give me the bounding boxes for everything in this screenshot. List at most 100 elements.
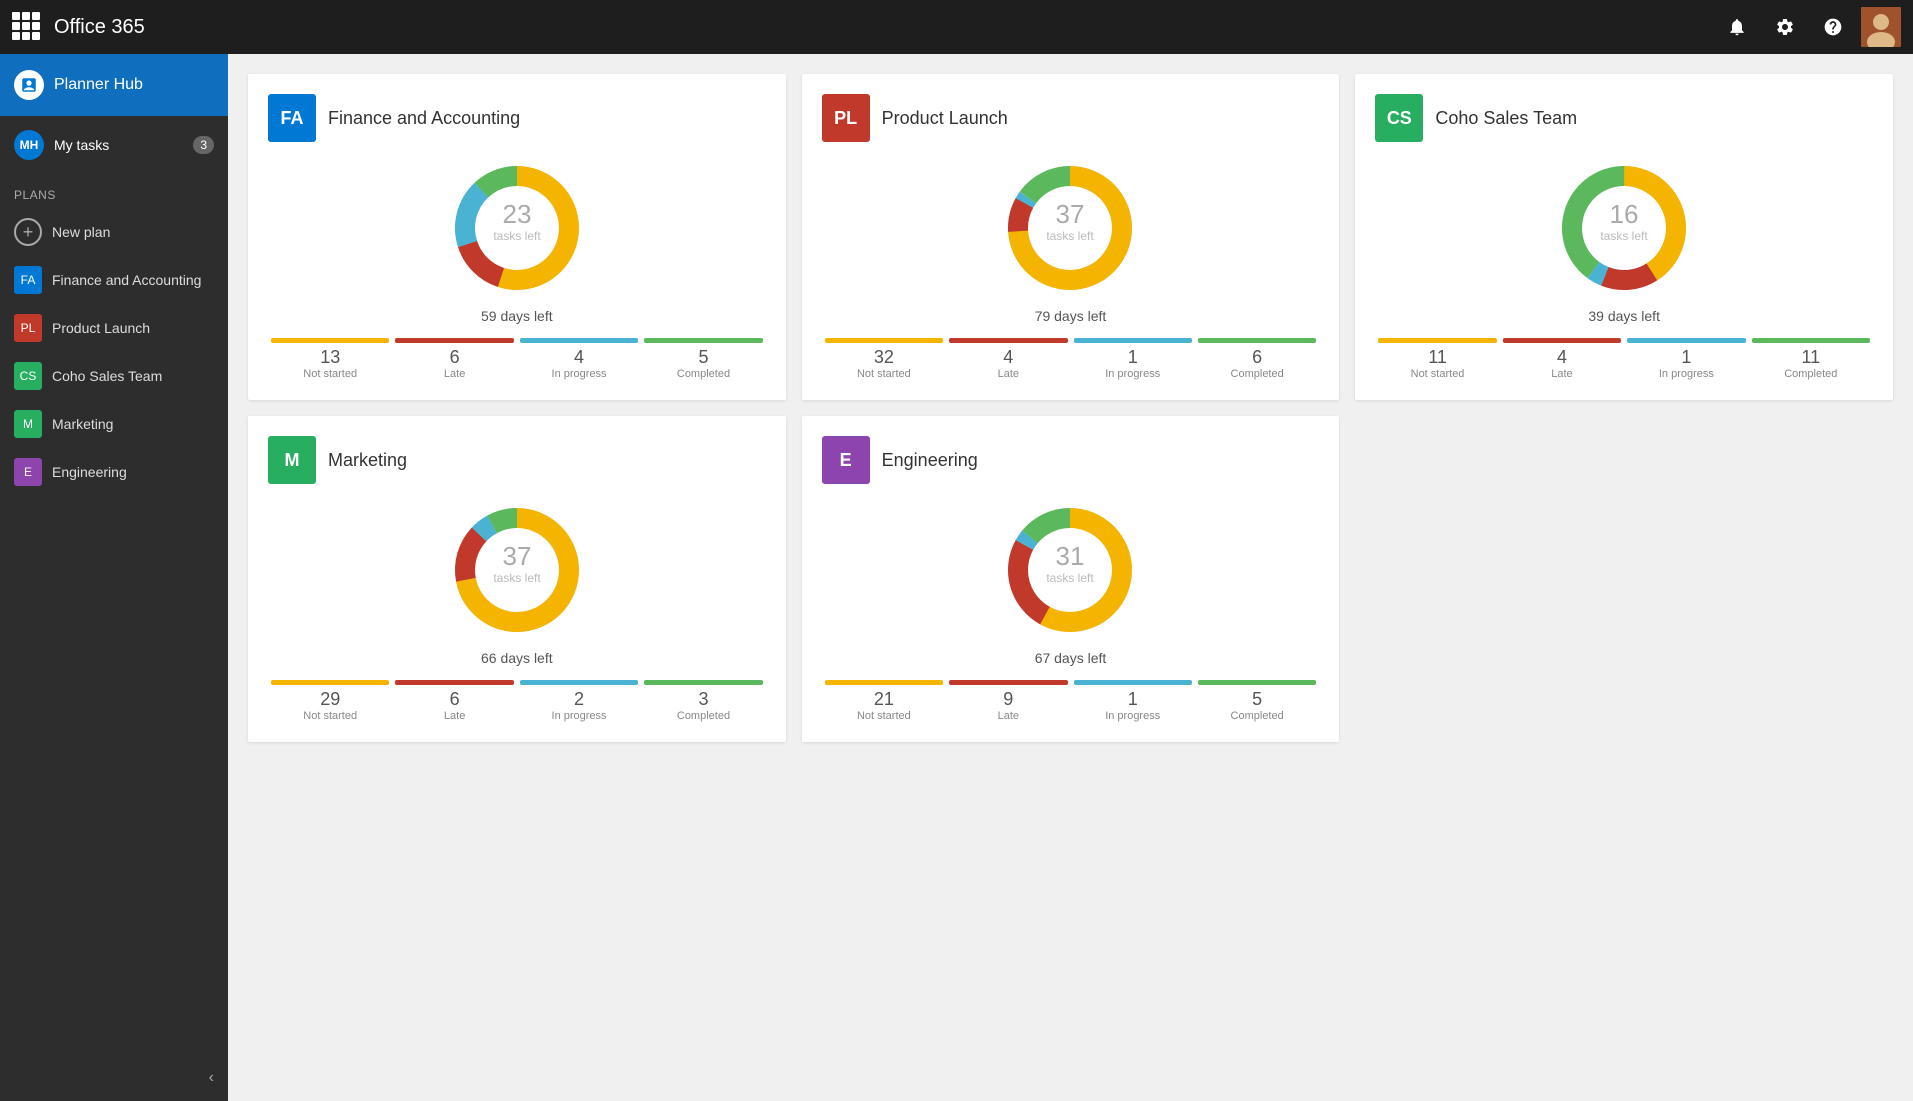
donut-chart: 37 tasks left [447,500,587,640]
days-left: 59 days left [268,308,766,324]
plans-section-label: Plans [0,174,228,208]
stat-item-not-started: 13 Not started [268,347,392,380]
topbar-icons [1717,7,1901,47]
card-marketing[interactable]: M Marketing 37 tasks left 66 days left 2… [248,416,786,742]
stat-bar-red [395,338,513,343]
stat-bar-yellow [1378,338,1496,343]
card-title: Engineering [882,450,978,471]
donut-container: 16 tasks left [1375,158,1873,298]
stats-bars [268,338,766,343]
svg-text:37: 37 [1056,199,1085,229]
card-product-launch[interactable]: PL Product Launch 37 tasks left 79 days … [802,74,1340,400]
plus-icon: + [14,218,42,246]
stat-item-completed: 11 Completed [1749,347,1873,380]
plan-icon-coho-sales: CS [14,362,42,390]
card-coho-sales[interactable]: CS Coho Sales Team 16 tasks left 39 days… [1355,74,1893,400]
stat-bar-blue [520,338,638,343]
days-left: 66 days left [268,650,766,666]
card-abbr: M [268,436,316,484]
stat-item-completed: 6 Completed [1195,347,1319,380]
sidebar-item-planner-hub[interactable]: Planner Hub [0,54,228,116]
sidebar-item-finance[interactable]: FA Finance and Accounting [0,256,228,304]
stats-numbers: 21 Not started 9 Late 1 In progress 5 Co… [822,689,1320,722]
card-header: CS Coho Sales Team [1375,94,1873,142]
card-title: Coho Sales Team [1435,108,1577,129]
svg-text:23: 23 [502,199,531,229]
card-abbr: PL [822,94,870,142]
stat-bar-green [644,680,762,685]
card-header: FA Finance and Accounting [268,94,766,142]
svg-text:tasks left: tasks left [1047,229,1095,243]
days-left: 79 days left [822,308,1320,324]
my-tasks-badge: 3 [193,136,214,154]
sidebar-collapse-button[interactable]: ‹ [0,1055,228,1101]
plan-icon-engineering: E [14,458,42,486]
card-finance[interactable]: FA Finance and Accounting 23 tasks left … [248,74,786,400]
card-header: PL Product Launch [822,94,1320,142]
donut-chart: 31 tasks left [1000,500,1140,640]
sidebar-item-marketing[interactable]: M Marketing [0,400,228,448]
card-engineering[interactable]: E Engineering 31 tasks left 67 days left… [802,416,1340,742]
svg-text:tasks left: tasks left [1600,229,1648,243]
svg-text:tasks left: tasks left [1047,571,1095,585]
sidebar-item-my-tasks[interactable]: MH My tasks 3 [0,116,228,174]
days-left: 39 days left [1375,308,1873,324]
stat-bar-red [395,680,513,685]
card-abbr: E [822,436,870,484]
new-plan-label: New plan [52,224,110,240]
sidebar-plans-list: FA Finance and Accounting PL Product Lau… [0,256,228,496]
plan-label-marketing: Marketing [52,416,113,432]
stat-item-completed: 5 Completed [1195,689,1319,722]
help-icon[interactable] [1813,7,1853,47]
user-avatar[interactable] [1861,7,1901,47]
card-title: Finance and Accounting [328,108,520,129]
sidebar-item-engineering[interactable]: E Engineering [0,448,228,496]
waffle-menu[interactable] [12,12,42,42]
topbar: Office 365 [0,0,1913,54]
sidebar-item-product-launch[interactable]: PL Product Launch [0,304,228,352]
stat-bar-yellow [825,680,943,685]
plan-label-engineering: Engineering [52,464,127,480]
donut-container: 37 tasks left [822,158,1320,298]
stat-bar-blue [1074,338,1192,343]
plan-label-finance: Finance and Accounting [52,272,201,288]
sidebar: Planner Hub MH My tasks 3 Plans + New pl… [0,54,228,1101]
svg-text:tasks left: tasks left [493,571,541,585]
my-tasks-avatar: MH [14,130,44,160]
card-abbr: CS [1375,94,1423,142]
stat-bar-yellow [825,338,943,343]
svg-text:tasks left: tasks left [493,229,541,243]
chevron-left-icon: ‹ [209,1069,214,1087]
stat-item-not-started: 29 Not started [268,689,392,722]
stat-item-not-started: 21 Not started [822,689,946,722]
plan-icon-finance: FA [14,266,42,294]
stat-bar-red [1503,338,1621,343]
donut-chart: 37 tasks left [1000,158,1140,298]
stat-bar-green [1198,680,1316,685]
stat-item-in-progress: 1 In progress [1071,347,1195,380]
donut-container: 23 tasks left [268,158,766,298]
card-header: E Engineering [822,436,1320,484]
stat-item-in-progress: 1 In progress [1624,347,1748,380]
stat-bar-blue [1074,680,1192,685]
stat-bar-yellow [271,338,389,343]
card-title: Marketing [328,450,407,471]
stat-item-completed: 5 Completed [641,347,765,380]
plan-label-coho-sales: Coho Sales Team [52,368,162,384]
stat-item-in-progress: 1 In progress [1071,689,1195,722]
stat-item-not-started: 32 Not started [822,347,946,380]
stat-item-late: 9 Late [946,689,1070,722]
stats-numbers: 13 Not started 6 Late 4 In progress 5 Co… [268,347,766,380]
plan-icon-marketing: M [14,410,42,438]
card-header: M Marketing [268,436,766,484]
notification-icon[interactable] [1717,7,1757,47]
cards-grid: FA Finance and Accounting 23 tasks left … [248,74,1893,742]
my-tasks-label: My tasks [54,137,109,153]
stat-bar-yellow [271,680,389,685]
settings-icon[interactable] [1765,7,1805,47]
stat-item-in-progress: 4 In progress [517,347,641,380]
card-title: Product Launch [882,108,1008,129]
sidebar-item-coho-sales[interactable]: CS Coho Sales Team [0,352,228,400]
donut-chart: 16 tasks left [1554,158,1694,298]
sidebar-new-plan[interactable]: + New plan [0,208,228,256]
